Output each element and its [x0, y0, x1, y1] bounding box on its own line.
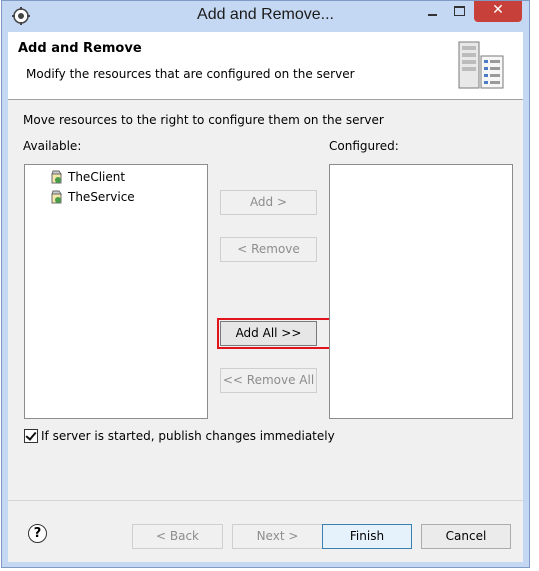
cancel-button[interactable]: Cancel	[421, 524, 511, 549]
list-item-label: TheClient	[68, 170, 126, 184]
available-list[interactable]: TheClient TheService	[24, 164, 208, 419]
minimize-icon	[428, 14, 437, 16]
available-label: Available:	[23, 139, 82, 153]
dialog-window: Add and Remove... ✕ Add and Remove Modif…	[1, 0, 530, 568]
add-button[interactable]: Add >	[220, 190, 317, 215]
web-project-icon	[51, 190, 62, 204]
dialog-content: Add and Remove Modify the resources that…	[8, 32, 523, 562]
page-description: Modify the resources that are configured…	[26, 67, 355, 81]
minimize-button[interactable]	[419, 1, 445, 22]
finish-button[interactable]: Finish	[322, 524, 412, 549]
close-button[interactable]: ✕	[474, 1, 522, 22]
server-illustration-icon	[458, 41, 504, 89]
help-button[interactable]: ?	[28, 524, 47, 543]
back-button[interactable]: < Back	[132, 524, 223, 549]
close-icon: ✕	[492, 2, 504, 18]
remove-button[interactable]: < Remove	[220, 237, 317, 262]
publish-label: If server is started, publish changes im…	[41, 429, 335, 443]
configured-label: Configured:	[329, 139, 399, 153]
publish-option[interactable]: If server is started, publish changes im…	[24, 429, 335, 443]
footer-divider	[8, 500, 523, 501]
list-item[interactable]: TheService	[49, 188, 135, 206]
next-button[interactable]: Next >	[232, 524, 323, 549]
page-title: Add and Remove	[18, 41, 142, 56]
title-bar[interactable]: Add and Remove... ✕	[2, 1, 529, 32]
remove-all-button[interactable]: << Remove All	[220, 368, 317, 393]
maximize-icon	[454, 6, 465, 16]
dialog-header: Add and Remove Modify the resources that…	[8, 32, 523, 100]
publish-checkbox[interactable]	[24, 429, 38, 443]
list-item-label: TheService	[68, 190, 135, 204]
maximize-button[interactable]	[446, 1, 472, 22]
list-item[interactable]: TheClient	[49, 168, 125, 186]
instruction-text: Move resources to the right to configure…	[23, 113, 384, 127]
configured-list[interactable]	[329, 164, 513, 419]
web-project-icon	[51, 170, 62, 184]
